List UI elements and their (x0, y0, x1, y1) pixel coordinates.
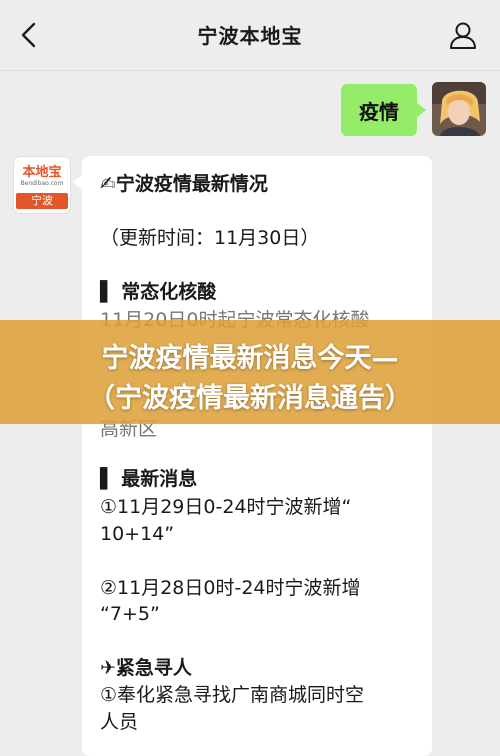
logo-city: 宁波 (16, 193, 68, 209)
section-heading-urgent-search: ✈紧急寻人 (100, 657, 192, 679)
user-avatar-image (432, 82, 486, 136)
logo-url: Bendibao.com (20, 180, 64, 187)
message-line: ①奉化紧急寻找广南商城同时空 (100, 684, 365, 706)
message-heading: ✍宁波疫情最新情况 (100, 173, 268, 195)
message-update-time: （更新时间：11月30日） (100, 227, 320, 249)
logo-text: 本地宝 (22, 165, 62, 180)
message-line: 人员 (100, 711, 139, 733)
message-line: ②11月28日0时-24时宁波新增 (100, 577, 361, 599)
outgoing-message-bubble[interactable]: 疫情 (341, 84, 426, 136)
section-heading-latest-news: ▌ 最新消息 (100, 468, 198, 490)
user-avatar[interactable] (432, 82, 486, 136)
incoming-message-bubble[interactable]: ✍宁波疫情最新情况 （更新时间：11月30日） ▌ 常态化核酸 11月20日0时… (73, 156, 432, 756)
chat-title: 宁波本地宝 (197, 24, 303, 48)
person-icon (450, 22, 476, 49)
message-line: 10+14” (100, 523, 175, 545)
message-line: “7+5” (100, 603, 160, 625)
banner-title-line-1: 宁波疫情最新消息今天— (101, 343, 399, 374)
bot-avatar[interactable]: 本地宝 Bendibao.com 宁波 (14, 157, 70, 213)
profile-button[interactable] (446, 18, 480, 52)
banner-title-line-2: （宁波疫情最新消息通告） (88, 383, 412, 414)
message-line: ①11月29日0-24时宁波新增“ (100, 496, 352, 518)
headline-banner: 宁波疫情最新消息今天— （宁波疫情最新消息通告） (0, 320, 500, 424)
section-heading-nucleic-test: ▌ 常态化核酸 (100, 281, 217, 303)
top-navigation-bar: 宁波本地宝 (0, 0, 500, 71)
outgoing-message-text: 疫情 (359, 99, 399, 124)
